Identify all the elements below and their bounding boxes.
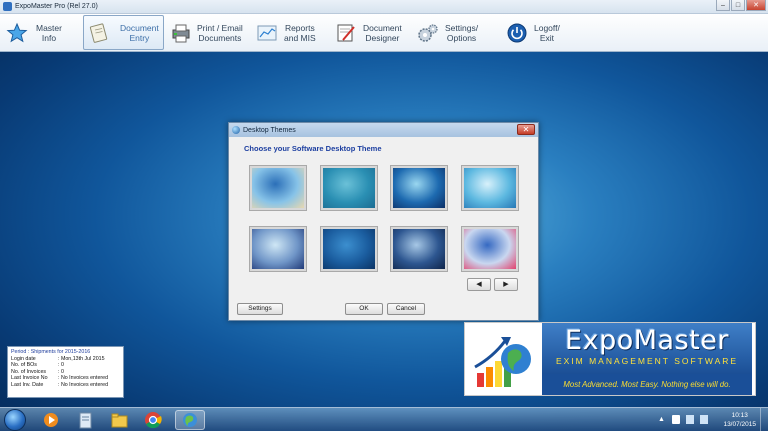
expomaster-taskbar-button[interactable]: [175, 410, 205, 430]
document-icon: [89, 22, 108, 43]
toolbar-label: Options: [446, 32, 477, 43]
gears-icon: [418, 23, 438, 42]
session-info-panel: Period : Shipments for 2015-2016 Login d…: [7, 346, 124, 398]
dialog-close-button[interactable]: ✕: [517, 124, 535, 135]
toolbar-logoff-exit[interactable]: Logoff/ Exit: [506, 15, 566, 50]
toolbar-label: Documents: [198, 32, 242, 43]
theme-thumbnail[interactable]: [462, 227, 518, 271]
window-title: ExpoMaster Pro (Rel 27.0): [15, 3, 98, 10]
info-key: Last Inv. Date: [11, 381, 44, 388]
info-row: No. of BOs : 0: [11, 362, 120, 369]
info-row: Login date : Mon,13th Jul 2015: [11, 356, 120, 363]
maximize-button[interactable]: □: [731, 0, 745, 11]
start-button[interactable]: [4, 409, 26, 431]
toolbar-master-info[interactable]: Master Info: [6, 15, 68, 50]
system-tray: ▲: [658, 415, 708, 424]
tray-expand-icon[interactable]: ▲: [658, 415, 666, 424]
dialog-heading: Choose your Software Desktop Theme: [244, 144, 382, 153]
toolbar-label: Settings/: [445, 22, 479, 33]
theme-thumbnail[interactable]: [250, 227, 306, 271]
close-button[interactable]: ✕: [746, 0, 766, 11]
window-controls: – □ ✕: [716, 0, 766, 11]
power-icon: [507, 23, 527, 42]
action-center-icon[interactable]: [672, 415, 680, 424]
info-value: : 0: [58, 362, 64, 369]
info-value: : No Invoices entered: [58, 375, 109, 382]
desktop-themes-dialog: Desktop Themes ✕ Choose your Software De…: [228, 122, 539, 321]
printer-icon: [172, 24, 190, 42]
theme-thumbnail[interactable]: [321, 166, 377, 210]
expomaster-icon: [183, 413, 197, 427]
toolbar-document-designer[interactable]: Document Designer: [335, 15, 407, 50]
expomaster-banner: ExpoMaster EXIM MANAGEMENT SOFTWARE Most…: [464, 322, 756, 396]
settings-button[interactable]: Settings: [237, 303, 283, 315]
banner-title-box: ExpoMaster EXIM MANAGEMENT SOFTWARE: [542, 323, 752, 374]
banner-title: ExpoMaster: [565, 325, 729, 356]
cancel-button[interactable]: Cancel: [387, 303, 425, 315]
toolbar-label: Logoff/: [534, 22, 560, 33]
network-icon[interactable]: [686, 415, 694, 424]
folder-taskbar-button[interactable]: [104, 410, 134, 430]
app-icon: [3, 2, 12, 11]
next-page-button[interactable]: ▶: [494, 278, 518, 291]
growth-chart-logo-icon: [474, 337, 531, 387]
toolbar-print-email[interactable]: Print / Email Documents: [170, 15, 250, 50]
banner-subtitle: EXIM MANAGEMENT SOFTWARE: [555, 356, 739, 366]
info-row: Last Invoice No : No Invoices entered: [11, 375, 120, 382]
media-player-icon: [44, 413, 58, 427]
info-key: Last Invoice No: [11, 375, 48, 382]
show-desktop-button[interactable]: [760, 408, 768, 431]
toolbar-label: Designer: [365, 32, 400, 43]
theme-thumbnail[interactable]: [391, 166, 447, 210]
toolbar-label: Reports: [284, 22, 315, 33]
theme-thumbnail[interactable]: [462, 166, 518, 210]
info-key: No. of BOs: [11, 362, 37, 369]
media-player-taskbar-button[interactable]: [36, 410, 66, 430]
period-label: Period : Shipments for 2015-2016: [11, 349, 91, 355]
toolbar-label: Print / Email: [197, 22, 243, 33]
clock-time: 10:13: [731, 412, 748, 419]
chrome-taskbar-button[interactable]: [138, 410, 168, 430]
folder-icon: [111, 413, 128, 428]
designer-icon: [337, 24, 355, 41]
dialog-title-bar: Desktop Themes: [229, 123, 538, 137]
main-toolbar: Master Info Document Entry Print / Email…: [0, 14, 768, 52]
taskbar-clock[interactable]: 10:13 13/07/2015: [723, 411, 756, 429]
info-value: : No Invoices entered: [58, 381, 109, 388]
toolbar-document-entry[interactable]: Document Entry: [83, 15, 164, 50]
globe-icon: [232, 126, 240, 134]
clock-date: 13/07/2015: [723, 421, 756, 428]
toolbar-reports-mis[interactable]: Reports and MIS: [256, 15, 324, 50]
star-icon: [6, 22, 28, 42]
toolbar-label: and MIS: [284, 32, 316, 43]
info-key: No. of Invoices: [11, 368, 47, 375]
theme-thumbnail[interactable]: [391, 227, 447, 271]
minimize-button[interactable]: –: [716, 0, 730, 11]
chart-icon: [257, 25, 277, 40]
theme-thumbnail[interactable]: [250, 166, 306, 210]
notepad-taskbar-button[interactable]: [70, 410, 100, 430]
info-key: Login date: [11, 355, 36, 362]
info-row: Last Inv. Date : No Invoices entered: [11, 382, 120, 389]
toolbar-label: Document: [363, 22, 402, 33]
chrome-icon: [145, 412, 162, 429]
toolbar-label: Entry: [129, 32, 150, 43]
theme-thumbnail[interactable]: [321, 227, 377, 271]
info-value: : Mon,13th Jul 2015: [58, 355, 105, 362]
dialog-title: Desktop Themes: [243, 126, 296, 134]
volume-icon[interactable]: [700, 415, 708, 424]
window-title-bar: ExpoMaster Pro (Rel 27.0) – □ ✕: [0, 0, 768, 14]
toolbar-label: Document: [120, 22, 159, 33]
toolbar-settings-options[interactable]: Settings/ Options: [417, 15, 487, 50]
toolbar-label: Master: [36, 22, 62, 33]
taskbar: ▲ 10:13 13/07/2015: [0, 407, 768, 431]
ok-button[interactable]: OK: [345, 303, 383, 315]
previous-page-button[interactable]: ◀: [467, 278, 491, 291]
info-row: No. of Invoices : 0: [11, 369, 120, 376]
toolbar-label: Exit: [539, 32, 554, 43]
banner-slogan: Most Advanced. Most Easy. Nothing else w…: [542, 374, 752, 395]
toolbar-label: Info: [41, 32, 57, 43]
info-value: : 0: [58, 368, 64, 375]
notepad-icon: [79, 412, 92, 429]
